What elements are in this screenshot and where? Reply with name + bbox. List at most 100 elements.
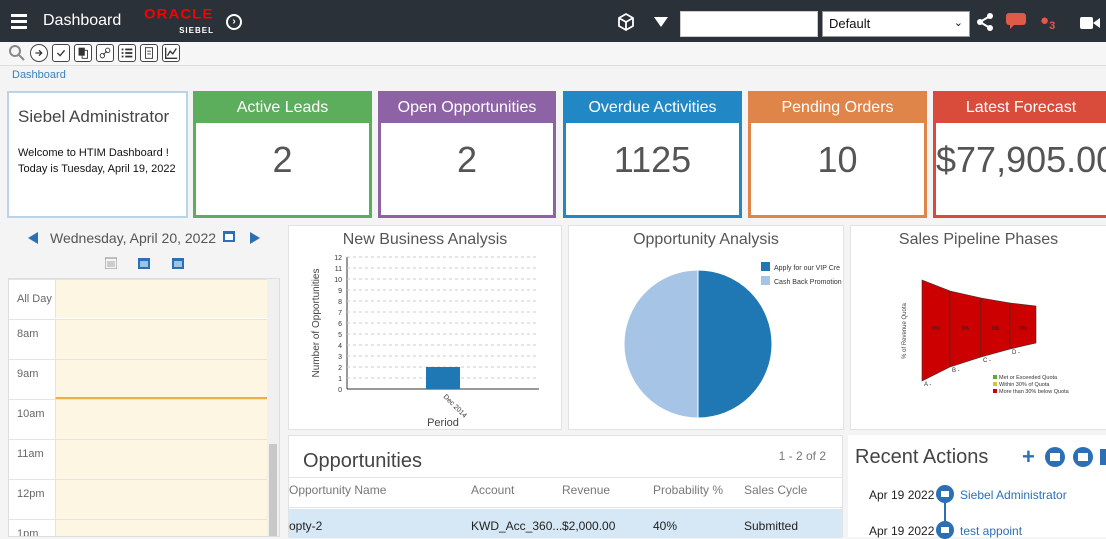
time-slot[interactable]: 11am bbox=[9, 439, 267, 479]
data-label: 0% bbox=[932, 326, 940, 332]
page-title: Dashboard bbox=[43, 12, 122, 29]
kpi-value: 1125 bbox=[613, 139, 692, 180]
legend-swatch bbox=[761, 276, 770, 285]
copy-icon[interactable] bbox=[74, 44, 92, 62]
chart-icon[interactable] bbox=[162, 44, 180, 62]
record-count: 1 - 2 of 2 bbox=[778, 449, 826, 463]
account-link[interactable]: KWD_Acc_360... bbox=[471, 519, 562, 533]
sales-cycle-cell: Submitted bbox=[744, 519, 799, 533]
recent-actions-panel: Recent Actions + Apr 19 2022 Siebel Admi… bbox=[848, 435, 1106, 539]
kpi-active-leads[interactable]: Active Leads 2 bbox=[193, 91, 372, 218]
month-view-icon[interactable] bbox=[172, 257, 184, 269]
kpi-value: $77,905.00 bbox=[936, 139, 1106, 180]
kpi-pending-orders[interactable]: Pending Orders 10 bbox=[748, 91, 927, 218]
go-icon[interactable] bbox=[30, 44, 48, 62]
opportunity-name-link[interactable]: opty-2 bbox=[289, 519, 322, 533]
hamburger-menu-icon[interactable] bbox=[11, 11, 27, 32]
data-label: 0% bbox=[992, 326, 1000, 332]
stage-label: C - bbox=[983, 358, 991, 364]
document-icon[interactable] bbox=[140, 44, 158, 62]
column-header[interactable]: Opportunity Name bbox=[289, 483, 386, 497]
view-select[interactable]: Default ⌄ bbox=[822, 11, 970, 37]
share-icon[interactable] bbox=[976, 13, 994, 31]
next-day-icon[interactable] bbox=[250, 232, 260, 244]
chart-title: New Business Analysis bbox=[342, 231, 508, 248]
legend-label: Apply for our VIP Cre bbox=[774, 265, 840, 272]
prev-day-icon[interactable] bbox=[28, 232, 38, 244]
time-slot[interactable]: 8am bbox=[9, 319, 267, 359]
breadcrumb[interactable]: Dashboard bbox=[12, 69, 66, 81]
legend-label: More than 30% below Quota bbox=[999, 389, 1070, 395]
y-tick-label: 9 bbox=[338, 288, 342, 295]
caret-down-icon[interactable] bbox=[654, 17, 668, 27]
calendar-grid: All Day 8am 9am 10am 11am 12pm 1pm bbox=[8, 278, 280, 537]
y-tick-label: 3 bbox=[338, 354, 342, 361]
list-icon[interactable] bbox=[118, 44, 136, 62]
action-link[interactable]: test appoint bbox=[960, 524, 1022, 538]
scrollbar-thumb[interactable] bbox=[269, 444, 277, 536]
y-tick-label: 2 bbox=[338, 365, 342, 372]
panel-title: Recent Actions bbox=[855, 446, 989, 468]
clipboard-check-icon[interactable] bbox=[52, 44, 70, 62]
opportunity-pie-chart: Apply for our VIP Cre Cash Back Promotion bbox=[623, 262, 842, 419]
x-axis-label: Period bbox=[427, 417, 459, 428]
more-icon[interactable] bbox=[1100, 447, 1106, 467]
y-tick-label: 5 bbox=[338, 332, 342, 339]
calendar-icon[interactable] bbox=[222, 229, 236, 243]
link-icon[interactable] bbox=[96, 44, 114, 62]
stage-label: D - bbox=[1012, 350, 1020, 356]
action-link[interactable]: Siebel Administrator bbox=[960, 488, 1067, 502]
record-icon[interactable] bbox=[1045, 447, 1065, 467]
toolbar bbox=[0, 42, 1106, 66]
opportunities-list: Opportunities 1 - 2 of 2 Opportunity Nam… bbox=[288, 435, 843, 538]
legend-swatch bbox=[993, 375, 997, 379]
revenue-cell: $2,000.00 bbox=[562, 519, 616, 533]
sales-pipeline-panel: Sales Pipeline Phases 0% A - 0% B - 0% C - 0% D… bbox=[850, 225, 1106, 430]
welcome-message: Welcome to HTIM Dashboard ! bbox=[18, 147, 169, 159]
record-icon bbox=[936, 521, 954, 539]
record-icon[interactable] bbox=[1073, 447, 1093, 467]
kpi-open-opportunities[interactable]: Open Opportunities 2 bbox=[378, 91, 556, 218]
legend-swatch bbox=[993, 382, 997, 386]
day-view-icon[interactable] bbox=[105, 257, 117, 269]
chart-title: Opportunity Analysis bbox=[633, 231, 779, 248]
welcome-card: Siebel Administrator Welcome to HTIM Das… bbox=[7, 91, 188, 218]
circle-arrow-icon[interactable]: › bbox=[226, 14, 242, 30]
column-header[interactable]: Account bbox=[471, 483, 514, 497]
legend-label: Within 30% of Quota bbox=[999, 382, 1050, 388]
chat-icon[interactable] bbox=[1006, 13, 1026, 29]
kpi-value: 2 bbox=[272, 139, 293, 180]
column-header[interactable]: Revenue bbox=[562, 483, 610, 497]
legend-swatch bbox=[993, 389, 997, 393]
time-slot[interactable]: 10am bbox=[9, 399, 267, 439]
y-tick-label: 7 bbox=[338, 310, 342, 317]
search-input[interactable] bbox=[680, 11, 818, 37]
kpi-overdue-activities[interactable]: Overdue Activities 1125 bbox=[563, 91, 742, 218]
calendar-scrollbar[interactable] bbox=[267, 279, 279, 536]
user-name: Siebel Administrator bbox=[18, 107, 170, 126]
stage-label: B - bbox=[952, 368, 960, 374]
y-tick-label: 1 bbox=[338, 376, 342, 383]
y-tick-label: 8 bbox=[338, 299, 342, 306]
y-tick-label: 10 bbox=[334, 277, 342, 284]
add-icon[interactable]: + bbox=[1022, 444, 1035, 470]
kpi-label: Pending Orders bbox=[751, 94, 924, 123]
notification-icon[interactable]: ●3 bbox=[1040, 12, 1055, 32]
legend-label: Met or Exceeded Quota bbox=[999, 375, 1058, 381]
kpi-latest-forecast[interactable]: Latest Forecast $77,905.00 bbox=[933, 91, 1106, 218]
y-tick-label: 6 bbox=[338, 321, 342, 328]
opportunity-analysis-panel: Opportunity Analysis Apply for our VIP C… bbox=[568, 225, 844, 430]
video-icon[interactable] bbox=[1080, 16, 1100, 30]
search-icon[interactable] bbox=[8, 44, 26, 62]
kpi-label: Overdue Activities bbox=[566, 94, 739, 123]
time-slot[interactable]: 1pm bbox=[9, 519, 267, 536]
time-slot[interactable]: 12pm bbox=[9, 479, 267, 519]
column-header[interactable]: Probability % bbox=[653, 483, 723, 497]
all-day-row[interactable]: All Day bbox=[9, 279, 267, 318]
column-header[interactable]: Sales Cycle bbox=[744, 483, 807, 497]
time-slot[interactable]: 9am bbox=[9, 359, 267, 399]
y-tick-label: 11 bbox=[335, 266, 342, 273]
new-business-analysis-panel: New Business Analysis 0 1 2 3 4 5 6 7 8 9 10 11 12 De… bbox=[288, 225, 562, 430]
cube-icon[interactable] bbox=[616, 12, 636, 32]
week-view-icon[interactable] bbox=[138, 257, 150, 269]
